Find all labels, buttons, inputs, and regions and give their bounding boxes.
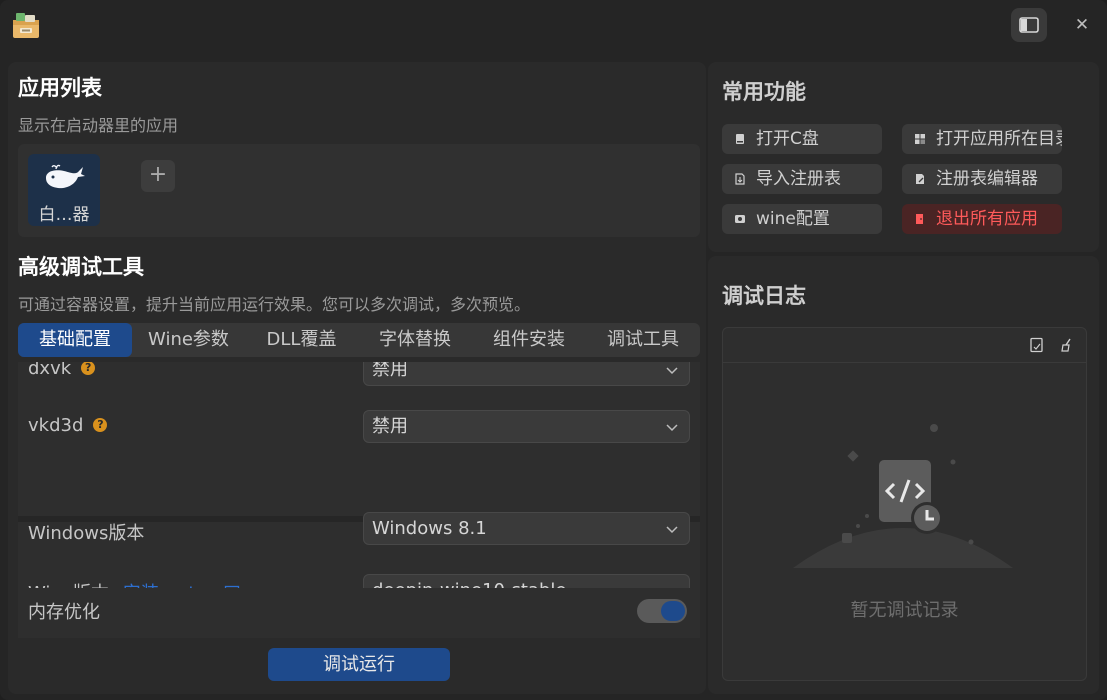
- tab-component-install[interactable]: 组件安装: [472, 323, 586, 357]
- toggle-knob: [661, 601, 685, 621]
- import-registry-button[interactable]: 导入注册表: [722, 164, 882, 194]
- clear-log-icon[interactable]: [1059, 337, 1075, 353]
- common-functions-title: 常用功能: [722, 80, 806, 104]
- registry-editor-button[interactable]: 注册表编辑器: [902, 164, 1062, 194]
- app-name: 白…器: [38, 205, 90, 225]
- archive-box-icon: [13, 13, 39, 38]
- drive-icon: [736, 134, 744, 144]
- empty-log-text: 暂无调试记录: [850, 600, 959, 621]
- open-app-directory-button[interactable]: 打开应用所在目录: [902, 124, 1062, 154]
- debug-tools-title: 高级调试工具: [18, 255, 144, 279]
- debug-run-button[interactable]: 调试运行: [268, 648, 450, 681]
- code-file-clock-icon: [793, 424, 1013, 568]
- close-icon: ✕: [1074, 15, 1090, 35]
- windows-version-row: Windows版本 Windows 8.1: [18, 512, 700, 580]
- help-icon[interactable]: ?: [93, 418, 108, 432]
- exit-icon: [916, 214, 923, 224]
- tab-basic-config[interactable]: 基础配置: [18, 323, 132, 357]
- app-list: 白…器: [18, 144, 700, 237]
- windows-version-value: Windows 8.1: [372, 518, 487, 539]
- debug-log-panel: 调试日志 暂无调试记录: [708, 256, 1099, 694]
- left-panel: 应用列表 显示在启动器里的应用 白…器 + 高级调试工具 可通过容器设置，提升当…: [8, 62, 706, 694]
- memory-optimization-label: 内存优化: [28, 602, 100, 623]
- app-window: ✕ 应用列表 显示在启动器里的应用 白…器 + 高级调试工具 可通过容器设置，提…: [0, 0, 1107, 700]
- debug-tools-description: 可通过容器设置，提升当前应用运行效果。您可以多次调试，多次预览。: [18, 295, 531, 314]
- debug-tabs: 基础配置 Wine参数 DLL覆盖 字体替换 组件安装 调试工具: [18, 323, 700, 357]
- apps-description: 显示在启动器里的应用: [18, 116, 179, 135]
- common-functions-panel: 常用功能 打开C盘 打开应用所在目录 导入注册表 注册表编辑器 wine配置 退…: [708, 62, 1099, 252]
- debug-log-box: 暂无调试记录: [722, 327, 1087, 681]
- app-tile[interactable]: 白…器: [28, 154, 100, 226]
- windows-version-select[interactable]: Windows 8.1: [363, 512, 690, 545]
- vkd3d-select-value: 禁用: [372, 416, 408, 437]
- save-log-icon[interactable]: [1029, 337, 1045, 353]
- vkd3d-row: vkd3d? 禁用: [18, 398, 700, 456]
- vkd3d-label: vkd3d: [28, 415, 84, 436]
- memory-optimization-row: 内存优化: [18, 588, 700, 638]
- wine-config-icon: [735, 215, 745, 223]
- chevron-down-icon: [666, 526, 678, 534]
- registry-edit-icon: [916, 174, 924, 184]
- exit-all-apps-button[interactable]: 退出所有应用: [902, 204, 1062, 234]
- open-c-drive-button[interactable]: 打开C盘: [722, 124, 882, 154]
- whale-icon: [46, 164, 85, 189]
- chevron-down-icon: [666, 367, 678, 375]
- add-app-button[interactable]: +: [141, 160, 175, 192]
- grid-icon: [915, 134, 925, 144]
- windows-version-label: Windows版本: [28, 523, 145, 544]
- tab-wine-params[interactable]: Wine参数: [132, 323, 245, 357]
- tab-dll-override[interactable]: DLL覆盖: [245, 323, 358, 357]
- tab-debug-tools[interactable]: 调试工具: [586, 323, 700, 357]
- sidebar-panel-icon: [1019, 17, 1039, 33]
- help-icon[interactable]: ?: [81, 362, 96, 375]
- debug-log-title: 调试日志: [722, 284, 806, 308]
- import-icon: [735, 173, 745, 185]
- close-button[interactable]: ✕: [1068, 11, 1096, 39]
- vkd3d-select[interactable]: 禁用: [363, 410, 690, 443]
- wine-config-button[interactable]: wine配置: [722, 204, 882, 234]
- apps-title: 应用列表: [18, 76, 102, 100]
- chevron-down-icon: [666, 424, 678, 432]
- title-bar: ✕: [0, 0, 1107, 50]
- memory-optimization-toggle[interactable]: [637, 599, 687, 623]
- log-toolbar: [723, 328, 1086, 363]
- dxvk-label: dxvk: [28, 362, 72, 379]
- tab-font-replace[interactable]: 字体替换: [358, 323, 472, 357]
- dxvk-select[interactable]: 禁用: [363, 362, 690, 386]
- dxvk-select-value: 禁用: [372, 362, 408, 380]
- sidebar-toggle-button[interactable]: [1011, 8, 1047, 42]
- dxvk-row: dxvk? 禁用: [18, 362, 700, 396]
